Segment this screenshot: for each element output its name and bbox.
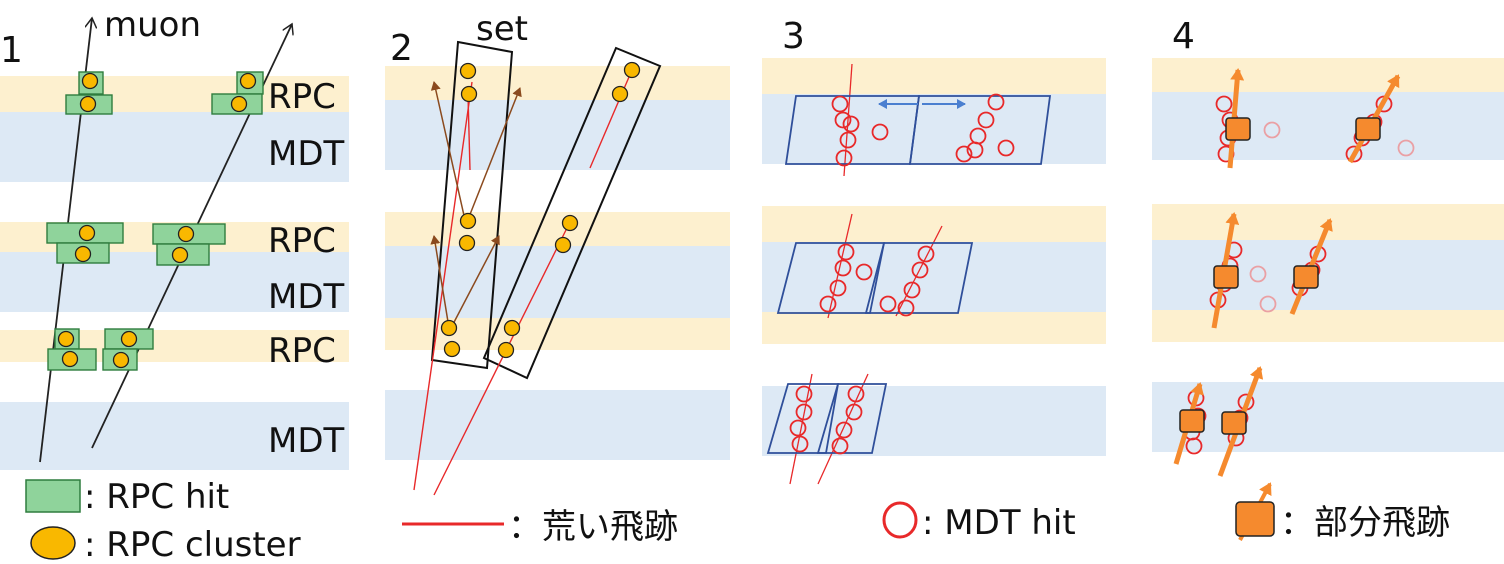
panel-1-number: 1 bbox=[0, 30, 23, 71]
legend-segment-label: ：部分飛跡 bbox=[1280, 503, 1450, 543]
rpc-cluster bbox=[561, 214, 579, 232]
rpc-cluster bbox=[120, 330, 138, 348]
rpc-cluster bbox=[61, 350, 79, 368]
legend-segment-swatch bbox=[1235, 501, 1275, 537]
segment bbox=[1179, 409, 1205, 433]
legend-rpc-hit-label: : RPC hit bbox=[84, 477, 229, 517]
rpc-cluster bbox=[230, 95, 248, 113]
rpc-cluster bbox=[623, 61, 641, 79]
rpc-cluster bbox=[177, 225, 195, 243]
rpc-cluster bbox=[440, 319, 458, 337]
rpc-cluster bbox=[459, 62, 477, 80]
segment bbox=[1213, 265, 1239, 289]
rpc-band bbox=[762, 206, 1106, 242]
panel-3: 3: MDT hit bbox=[762, 16, 1106, 543]
mdt-band bbox=[385, 390, 730, 460]
rpc-cluster bbox=[239, 72, 257, 90]
rpc-cluster bbox=[497, 341, 515, 359]
mdt-band bbox=[1152, 240, 1504, 310]
rpc-cluster bbox=[443, 340, 461, 358]
rpc-band bbox=[1152, 58, 1504, 92]
legend-rough-track-label: ：荒い飛跡 bbox=[508, 507, 678, 547]
rpc-cluster bbox=[554, 236, 572, 254]
panel-2: 2 set ：荒い飛跡 bbox=[385, 9, 730, 547]
layer-label-rpc: RPC bbox=[268, 221, 336, 261]
rpc-cluster bbox=[459, 212, 477, 230]
rpc-cluster bbox=[81, 72, 99, 90]
rpc-cluster bbox=[74, 245, 92, 263]
panel-4: 4 ：部分飛跡 bbox=[1152, 16, 1504, 543]
rpc-cluster bbox=[112, 351, 130, 369]
rpc-band bbox=[1152, 310, 1504, 342]
layer-label-rpc: RPC bbox=[268, 77, 336, 117]
rpc-band bbox=[762, 58, 1106, 94]
legend-rpc-cluster-label: : RPC cluster bbox=[84, 525, 301, 564]
rpc-cluster bbox=[171, 246, 189, 264]
muon-label: muon bbox=[104, 5, 201, 45]
legend-mdt-hit-swatch bbox=[882, 501, 918, 539]
rpc-cluster bbox=[611, 85, 629, 103]
segment bbox=[1355, 117, 1381, 141]
layer-label-rpc: RPC bbox=[268, 331, 336, 371]
layer-label-mdt: MDT bbox=[268, 277, 345, 317]
panel-2-number: 2 bbox=[390, 28, 413, 69]
panel-3-number: 3 bbox=[782, 16, 805, 57]
rpc-cluster bbox=[57, 330, 75, 348]
segment bbox=[1221, 411, 1247, 435]
rpc-cluster bbox=[503, 319, 521, 337]
mdt-band bbox=[385, 100, 730, 170]
set-label: set bbox=[476, 9, 528, 49]
rpc-cluster bbox=[460, 85, 478, 103]
rpc-cluster bbox=[78, 224, 96, 242]
rpc-cluster bbox=[79, 95, 97, 113]
mdt-band bbox=[762, 386, 1106, 456]
legend-mdt-hit-label: : MDT hit bbox=[922, 503, 1076, 543]
segment bbox=[1293, 265, 1319, 289]
panel-1: 1 RPC MDT RPC MDT RPC MDT muon: RPC hit… bbox=[0, 5, 349, 564]
segment bbox=[1225, 117, 1251, 141]
legend-rpc-hit-swatch bbox=[25, 479, 81, 513]
rpc-cluster bbox=[458, 234, 476, 252]
panel-4-number: 4 bbox=[1172, 16, 1195, 57]
layer-label-mdt: MDT bbox=[268, 421, 345, 461]
diagram-canvas: 1 RPC MDT RPC MDT RPC MDT muon: RPC hit… bbox=[0, 5, 1504, 564]
legend-rpc-cluster-swatch bbox=[30, 526, 76, 560]
layer-label-mdt: MDT bbox=[268, 134, 345, 174]
rpc-band bbox=[762, 312, 1106, 344]
mdt-band bbox=[1152, 92, 1504, 160]
